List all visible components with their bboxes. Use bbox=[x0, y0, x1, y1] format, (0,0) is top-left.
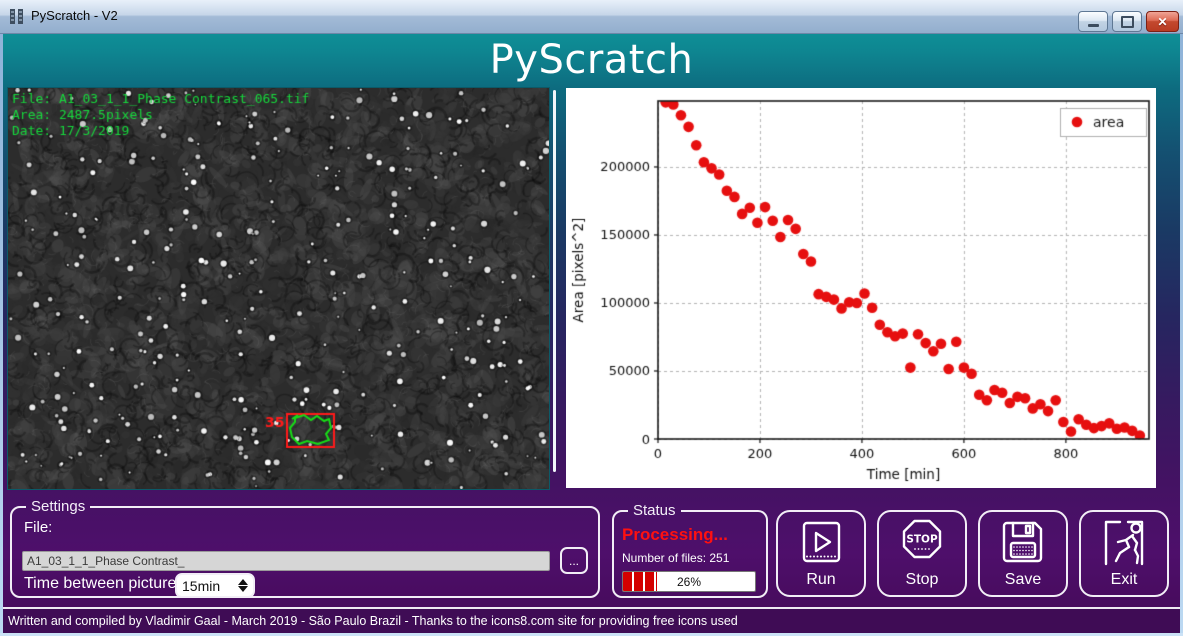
footer-bar: Written and compiled by Vladimir Gaal - … bbox=[0, 607, 1183, 633]
minimize-button[interactable] bbox=[1078, 11, 1108, 32]
run-button[interactable]: Run bbox=[776, 510, 866, 597]
floppy-disk-icon bbox=[995, 516, 1051, 572]
footer-credit-text: Written and compiled by Vladimir Gaal - … bbox=[0, 614, 738, 628]
time-spinbox-value: 15min bbox=[177, 578, 235, 594]
app-window: PyScratch - V2 ✕ PyScratch Settings File… bbox=[0, 0, 1183, 636]
minimize-icon bbox=[1088, 24, 1099, 27]
processing-status-text: Processing... bbox=[622, 525, 728, 545]
spin-up-icon[interactable] bbox=[238, 579, 248, 585]
svg-text:STOP: STOP bbox=[906, 534, 938, 546]
stop-sign-icon: STOP bbox=[894, 516, 950, 572]
status-group: Status Processing... Number of files: 25… bbox=[612, 502, 768, 598]
stop-button[interactable]: STOP Stop bbox=[877, 510, 967, 597]
file-label: File: bbox=[24, 519, 52, 536]
run-button-label: Run bbox=[806, 571, 835, 589]
exit-door-icon bbox=[1096, 516, 1152, 572]
settings-legend: Settings bbox=[26, 498, 90, 515]
page-title: PyScratch bbox=[490, 37, 694, 83]
exit-button-label: Exit bbox=[1111, 571, 1138, 589]
window-title: PyScratch - V2 bbox=[31, 8, 118, 23]
title-bar[interactable]: PyScratch - V2 ✕ bbox=[0, 0, 1183, 34]
close-button[interactable]: ✕ bbox=[1146, 11, 1179, 32]
app-header: PyScratch bbox=[0, 34, 1183, 86]
exit-button[interactable]: Exit bbox=[1079, 510, 1169, 597]
spinner-arrows[interactable] bbox=[235, 579, 253, 592]
microscopy-image bbox=[8, 88, 549, 489]
file-input[interactable] bbox=[22, 551, 550, 571]
number-of-files-text: Number of files: 251 bbox=[622, 551, 729, 565]
save-button-label: Save bbox=[1005, 571, 1041, 589]
status-legend: Status bbox=[628, 502, 681, 519]
area-chart bbox=[566, 88, 1156, 488]
play-video-icon bbox=[793, 516, 849, 572]
progress-bar: 26% bbox=[622, 571, 756, 592]
window-frame-left bbox=[0, 34, 3, 636]
time-between-pictures-label: Time between pictures: bbox=[24, 575, 189, 593]
maximize-button[interactable] bbox=[1112, 11, 1142, 32]
save-button[interactable]: Save bbox=[978, 510, 1068, 597]
app-icon bbox=[9, 9, 24, 24]
close-icon: ✕ bbox=[1157, 16, 1167, 28]
stop-button-label: Stop bbox=[906, 571, 939, 589]
settings-group: Settings File: ... Time between pictures… bbox=[10, 498, 600, 598]
browse-button[interactable]: ... bbox=[560, 547, 588, 574]
time-spinbox[interactable]: 15min bbox=[175, 573, 255, 598]
spin-down-icon[interactable] bbox=[238, 586, 248, 592]
splitter-handle[interactable] bbox=[553, 90, 556, 472]
maximize-icon bbox=[1121, 16, 1134, 28]
progress-percent-label: 26% bbox=[623, 572, 755, 591]
